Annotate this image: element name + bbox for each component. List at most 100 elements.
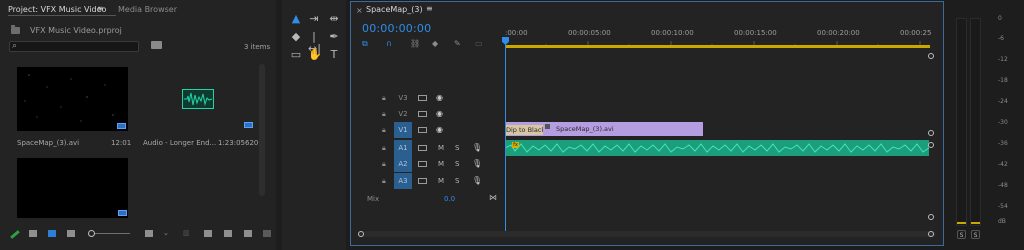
track-label[interactable]: A2 [394, 156, 412, 172]
bowtie-icon[interactable]: ⋈ [489, 193, 497, 202]
close-icon[interactable]: × [356, 6, 363, 15]
mute-button[interactable]: M [438, 160, 444, 168]
trash-icon[interactable] [263, 230, 271, 237]
ruler-label: 00:00:20:00 [817, 29, 860, 37]
captions-icon[interactable]: ▭ [475, 39, 483, 48]
eye-icon[interactable]: ◉ [436, 93, 443, 102]
nest-icon[interactable]: ⧉ [362, 39, 368, 49]
solo-button[interactable]: S [455, 160, 459, 168]
mute-button[interactable]: M [438, 177, 444, 185]
zoom-handle-right[interactable] [928, 231, 934, 237]
audio-scroll-handle-bottom[interactable] [928, 214, 934, 220]
track-label[interactable]: V3 [394, 90, 412, 106]
tab-project[interactable]: Project: VFX Music Video [8, 5, 106, 14]
track-label[interactable]: V1 [394, 122, 412, 138]
solo-button[interactable]: S [455, 144, 459, 152]
zoom-slider[interactable] [90, 233, 130, 234]
razor-tool-icon[interactable]: ◆ [290, 31, 302, 43]
solo-right-button[interactable]: S [971, 230, 980, 239]
db-label: 0 [998, 15, 1002, 22]
mute-button[interactable]: M [438, 144, 444, 152]
freeform-view-icon[interactable] [67, 230, 75, 237]
clip-name: SpaceMap_(3).avi [17, 139, 80, 147]
type-tool-icon[interactable]: T [328, 49, 340, 61]
lock-icon[interactable]: 🔒︎ [382, 144, 386, 153]
transition-dip-to-black[interactable]: Dip to Black [505, 125, 543, 135]
panel-menu-icon[interactable]: ≡ [97, 4, 104, 13]
wrench-icon[interactable]: ✎ [454, 39, 461, 48]
rectangle-tool-icon[interactable]: ▭ [290, 49, 302, 61]
eye-icon[interactable]: ◉ [436, 125, 443, 134]
eye-icon[interactable]: ◉ [436, 109, 443, 118]
lock-icon[interactable]: 🔒︎ [382, 110, 386, 119]
video-scroll-handle-bottom[interactable] [928, 130, 934, 136]
video-scroll-handle-top[interactable] [928, 53, 934, 59]
icon-view-icon[interactable] [48, 230, 56, 237]
sync-lock-icon[interactable] [418, 161, 427, 167]
track-header-v3: 🔒︎ V3 ◉ [352, 90, 504, 106]
lock-icon[interactable]: 🔒︎ [382, 177, 386, 186]
waveform-icon [184, 92, 213, 106]
sync-lock-icon[interactable] [418, 95, 427, 101]
audio-clip[interactable] [505, 140, 929, 156]
linked-selection-icon[interactable]: ⛓ [410, 39, 420, 48]
new-search-bin-icon[interactable] [151, 41, 162, 49]
lock-icon[interactable]: 🔒︎ [382, 94, 386, 103]
new-bin-icon[interactable] [224, 230, 232, 237]
sync-lock-icon[interactable] [418, 178, 427, 184]
sync-lock-icon[interactable] [418, 127, 427, 133]
audio-scroll-handle-top[interactable] [928, 142, 934, 148]
sync-lock-icon[interactable] [418, 145, 427, 151]
selection-tool-icon[interactable]: ▲ [290, 13, 302, 25]
db-scale: 0 -6 -12 -18 -24 -30 -36 -42 -48 -54 dB [998, 0, 1022, 230]
track-label[interactable]: A3 [394, 173, 412, 189]
track-header-v1: 🔒︎ V1 ◉ [352, 122, 504, 138]
zoom-handle-left[interactable] [358, 231, 364, 237]
timeline-horizontal-scrollbar[interactable] [358, 231, 936, 237]
solo-left-button[interactable]: S [957, 230, 966, 239]
track-label[interactable]: V2 [394, 106, 412, 122]
slip-tool-icon[interactable]: |↔| [308, 31, 321, 55]
marker-icon[interactable]: ◆ [432, 39, 438, 48]
db-label: -30 [998, 119, 1008, 126]
time-ruler[interactable]: :00:00 00:00:05:00 00:00:10:00 00:00:15:… [505, 29, 935, 39]
clip-thumbnail-audio[interactable] [182, 89, 214, 109]
hand-tool-icon[interactable]: ✋ [308, 49, 322, 61]
lock-icon[interactable]: 🔒︎ [382, 160, 386, 169]
automate-to-sequence-icon[interactable]: ▥ [183, 229, 190, 237]
clip-thumbnail-spacemap[interactable] [17, 67, 128, 131]
video-badge-icon [117, 123, 126, 129]
find-icon[interactable] [204, 230, 212, 237]
clip-thumbnail-sequence[interactable] [17, 158, 128, 218]
ripple-edit-tool-icon[interactable]: ⇹ [328, 13, 340, 25]
playhead-line[interactable] [505, 38, 506, 234]
search-icon: ⌕ [12, 41, 18, 51]
tab-sequence[interactable]: SpaceMap_(3) [366, 5, 423, 14]
audio-meter-right [970, 18, 981, 226]
microphone-icon[interactable]: 🎙︎ [472, 143, 482, 152]
list-view-icon[interactable] [29, 230, 37, 237]
sort-icon[interactable] [145, 230, 153, 237]
lock-icon[interactable]: 🔒︎ [382, 126, 386, 135]
tab-media-browser[interactable]: Media Browser [118, 5, 177, 14]
zoom-slider-handle[interactable] [88, 230, 95, 237]
snap-icon[interactable]: ∩ [386, 39, 392, 48]
track-select-tool-icon[interactable]: ⇥ [308, 13, 320, 25]
project-scrollbar[interactable] [259, 64, 265, 196]
pen-tool-icon[interactable]: ✒ [328, 31, 340, 43]
active-tab-underline [8, 15, 116, 16]
fx-badge: fx [512, 142, 519, 148]
panel-menu-icon[interactable]: ≡ [426, 4, 433, 13]
playhead-timecode[interactable]: 00:00:00:00 [362, 22, 431, 35]
work-area-bar[interactable] [505, 45, 930, 48]
chevron-down-icon[interactable]: ⌄ [163, 229, 169, 237]
microphone-icon[interactable]: 🎙︎ [472, 176, 482, 185]
sync-lock-icon[interactable] [418, 111, 427, 117]
search-input[interactable] [9, 41, 139, 52]
new-item-icon[interactable] [244, 230, 252, 237]
mix-value[interactable]: 0.0 [444, 195, 455, 203]
microphone-icon[interactable]: 🎙︎ [472, 159, 482, 168]
audio-badge-icon [244, 122, 253, 128]
solo-button[interactable]: S [455, 177, 459, 185]
track-label[interactable]: A1 [394, 140, 412, 156]
